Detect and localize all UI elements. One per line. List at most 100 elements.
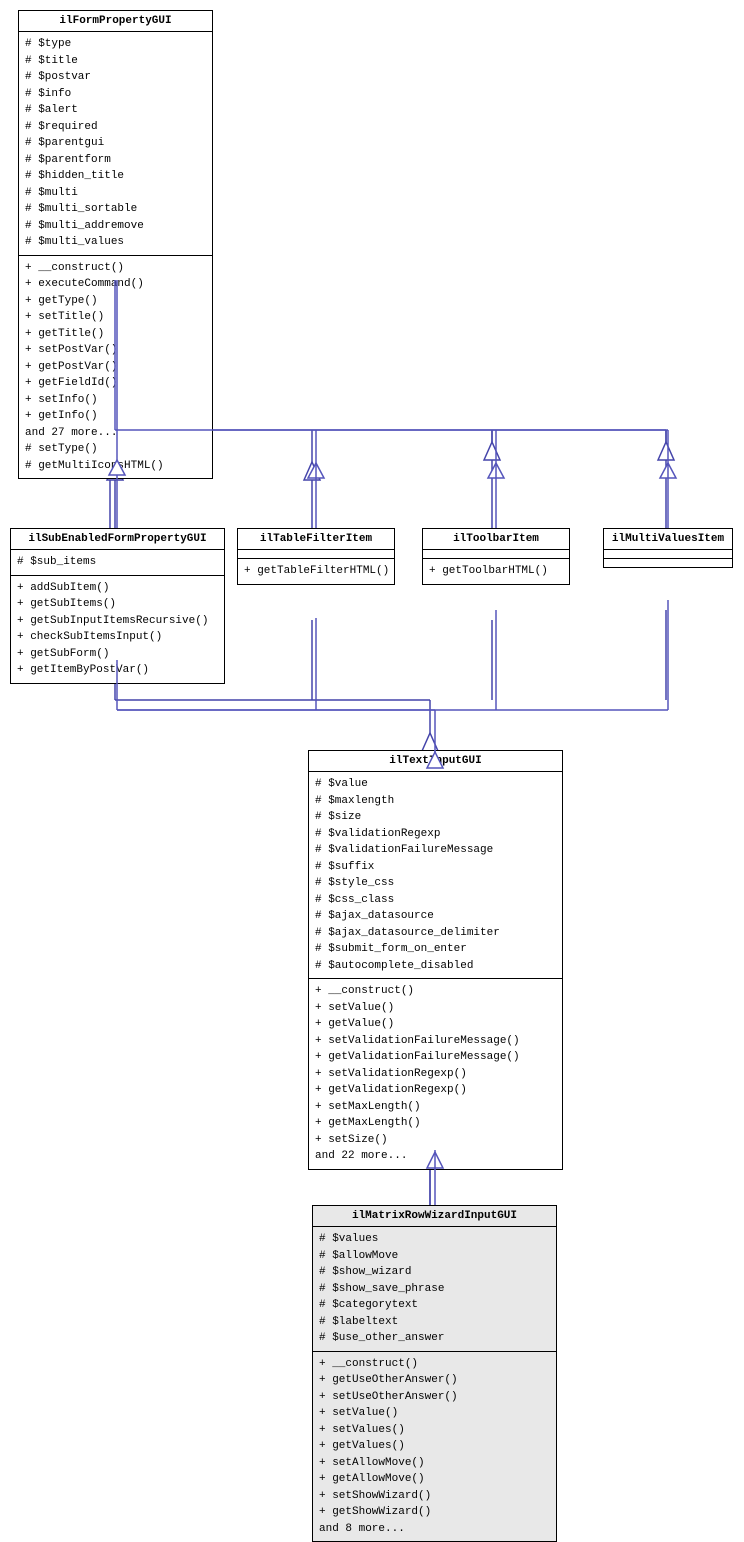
- method-line: # getMultiIconsHTML(): [25, 458, 206, 475]
- method-line: + getTableFilterHTML(): [244, 563, 388, 580]
- attr-line: # $show_wizard: [319, 1264, 550, 1281]
- attr-line: # $validationFailureMessage: [315, 842, 556, 859]
- ilTextInputGUI-box: ilTextInputGUI # $value # $maxlength # $…: [308, 750, 563, 1170]
- ilTableFilterItem-attributes: [238, 550, 394, 559]
- method-line: + executeCommand(): [25, 276, 206, 293]
- method-line: + __construct(): [319, 1356, 550, 1373]
- method-line: + getInfo(): [25, 408, 206, 425]
- attr-line: # $values: [319, 1231, 550, 1248]
- method-line: + addSubItem(): [17, 580, 218, 597]
- ilMatrixRowWizardInputGUI-attributes: # $values # $allowMove # $show_wizard # …: [313, 1227, 556, 1352]
- method-line: + getSubItems(): [17, 596, 218, 613]
- attr-line: # $alert: [25, 102, 206, 119]
- attr-line: # $required: [25, 119, 206, 136]
- diagram-container: ilFormPropertyGUI # $type # $title # $po…: [0, 0, 744, 1541]
- method-line: + __construct(): [315, 983, 556, 1000]
- method-line: + getSubForm(): [17, 646, 218, 663]
- ilFormPropertyGUI-title: ilFormPropertyGUI: [19, 11, 212, 32]
- ilTableFilterItem-title: ilTableFilterItem: [238, 529, 394, 550]
- attr-line: # $sub_items: [17, 554, 218, 571]
- attr-line: # $maxlength: [315, 793, 556, 810]
- attr-line: # $parentgui: [25, 135, 206, 152]
- ilMatrixRowWizardInputGUI-methods: + __construct() + getUseOtherAnswer() + …: [313, 1352, 556, 1542]
- ilFormPropertyGUI-attributes: # $type # $title # $postvar # $info # $a…: [19, 32, 212, 256]
- ilMultiValuesItem-box: ilMultiValuesItem: [603, 528, 733, 568]
- method-line: + getItemByPostVar(): [17, 662, 218, 679]
- ilMultiValuesItem-methods: [604, 559, 732, 567]
- ilSubEnabledFormPropertyGUI-attributes: # $sub_items: [11, 550, 224, 576]
- ilSubEnabledFormPropertyGUI-methods: + addSubItem() + getSubItems() + getSubI…: [11, 576, 224, 683]
- attr-line: # $info: [25, 86, 206, 103]
- method-line: + setUseOtherAnswer(): [319, 1389, 550, 1406]
- ilToolbarItem-title: ilToolbarItem: [423, 529, 569, 550]
- attr-line: # $use_other_answer: [319, 1330, 550, 1347]
- method-line: + setValue(): [315, 1000, 556, 1017]
- attr-line: # $multi_addremove: [25, 218, 206, 235]
- method-line: + getTitle(): [25, 326, 206, 343]
- attr-line: # $categorytext: [319, 1297, 550, 1314]
- attr-line: # $validationRegexp: [315, 826, 556, 843]
- attr-line: # $show_save_phrase: [319, 1281, 550, 1298]
- method-line: and 27 more...: [25, 425, 206, 442]
- attr-line: # $ajax_datasource: [315, 908, 556, 925]
- attr-line: # $style_css: [315, 875, 556, 892]
- method-line: + setShowWizard(): [319, 1488, 550, 1505]
- method-line: + getSubInputItemsRecursive(): [17, 613, 218, 630]
- method-line: and 8 more...: [319, 1521, 550, 1538]
- method-line: + setValues(): [319, 1422, 550, 1439]
- ilFormPropertyGUI-box: ilFormPropertyGUI # $type # $title # $po…: [18, 10, 213, 479]
- attr-line: # $autocomplete_disabled: [315, 958, 556, 975]
- ilFormPropertyGUI-methods: + __construct() + executeCommand() + get…: [19, 256, 212, 479]
- method-line: + getShowWizard(): [319, 1504, 550, 1521]
- method-line: + setSize(): [315, 1132, 556, 1149]
- method-line: + setValidationRegexp(): [315, 1066, 556, 1083]
- ilTextInputGUI-attributes: # $value # $maxlength # $size # $validat…: [309, 772, 562, 979]
- ilSubEnabledFormPropertyGUI-box: ilSubEnabledFormPropertyGUI # $sub_items…: [10, 528, 225, 684]
- attr-line: # $title: [25, 53, 206, 70]
- method-line: + getValidationRegexp(): [315, 1082, 556, 1099]
- ilToolbarItem-attributes: [423, 550, 569, 559]
- attr-line: # $allowMove: [319, 1248, 550, 1265]
- ilMultiValuesItem-attributes: [604, 550, 732, 559]
- method-line: + __construct(): [25, 260, 206, 277]
- method-line: + setPostVar(): [25, 342, 206, 359]
- method-line: + getUseOtherAnswer(): [319, 1372, 550, 1389]
- attr-line: # $type: [25, 36, 206, 53]
- ilTextInputGUI-methods: + __construct() + setValue() + getValue(…: [309, 979, 562, 1169]
- method-line: + getPostVar(): [25, 359, 206, 376]
- method-line: + getAllowMove(): [319, 1471, 550, 1488]
- method-line: + getMaxLength(): [315, 1115, 556, 1132]
- method-line: + getFieldId(): [25, 375, 206, 392]
- method-line: + setValue(): [319, 1405, 550, 1422]
- method-line: + checkSubItemsInput(): [17, 629, 218, 646]
- attr-line: # $parentform: [25, 152, 206, 169]
- attr-line: # $suffix: [315, 859, 556, 876]
- attr-line: # $submit_form_on_enter: [315, 941, 556, 958]
- attr-line: # $hidden_title: [25, 168, 206, 185]
- attr-line: # $size: [315, 809, 556, 826]
- attr-line: # $css_class: [315, 892, 556, 909]
- ilMatrixRowWizardInputGUI-title: ilMatrixRowWizardInputGUI: [313, 1206, 556, 1227]
- attr-line: # $multi: [25, 185, 206, 202]
- attr-line: # $multi_sortable: [25, 201, 206, 218]
- method-line: + getValues(): [319, 1438, 550, 1455]
- attr-line: # $value: [315, 776, 556, 793]
- attr-line: # $postvar: [25, 69, 206, 86]
- ilToolbarItem-methods: + getToolbarHTML(): [423, 559, 569, 584]
- attr-line: # $ajax_datasource_delimiter: [315, 925, 556, 942]
- method-line: + setValidationFailureMessage(): [315, 1033, 556, 1050]
- method-line: + setInfo(): [25, 392, 206, 409]
- ilTextInputGUI-title: ilTextInputGUI: [309, 751, 562, 772]
- ilMultiValuesItem-title: ilMultiValuesItem: [604, 529, 732, 550]
- ilTableFilterItem-box: ilTableFilterItem + getTableFilterHTML(): [237, 528, 395, 585]
- method-line: + getValidationFailureMessage(): [315, 1049, 556, 1066]
- method-line: # setType(): [25, 441, 206, 458]
- method-line: + getType(): [25, 293, 206, 310]
- method-line: and 22 more...: [315, 1148, 556, 1165]
- method-line: + setMaxLength(): [315, 1099, 556, 1116]
- method-line: + getValue(): [315, 1016, 556, 1033]
- method-line: + getToolbarHTML(): [429, 563, 563, 580]
- attr-line: # $multi_values: [25, 234, 206, 251]
- method-line: + setAllowMove(): [319, 1455, 550, 1472]
- ilSubEnabledFormPropertyGUI-title: ilSubEnabledFormPropertyGUI: [11, 529, 224, 550]
